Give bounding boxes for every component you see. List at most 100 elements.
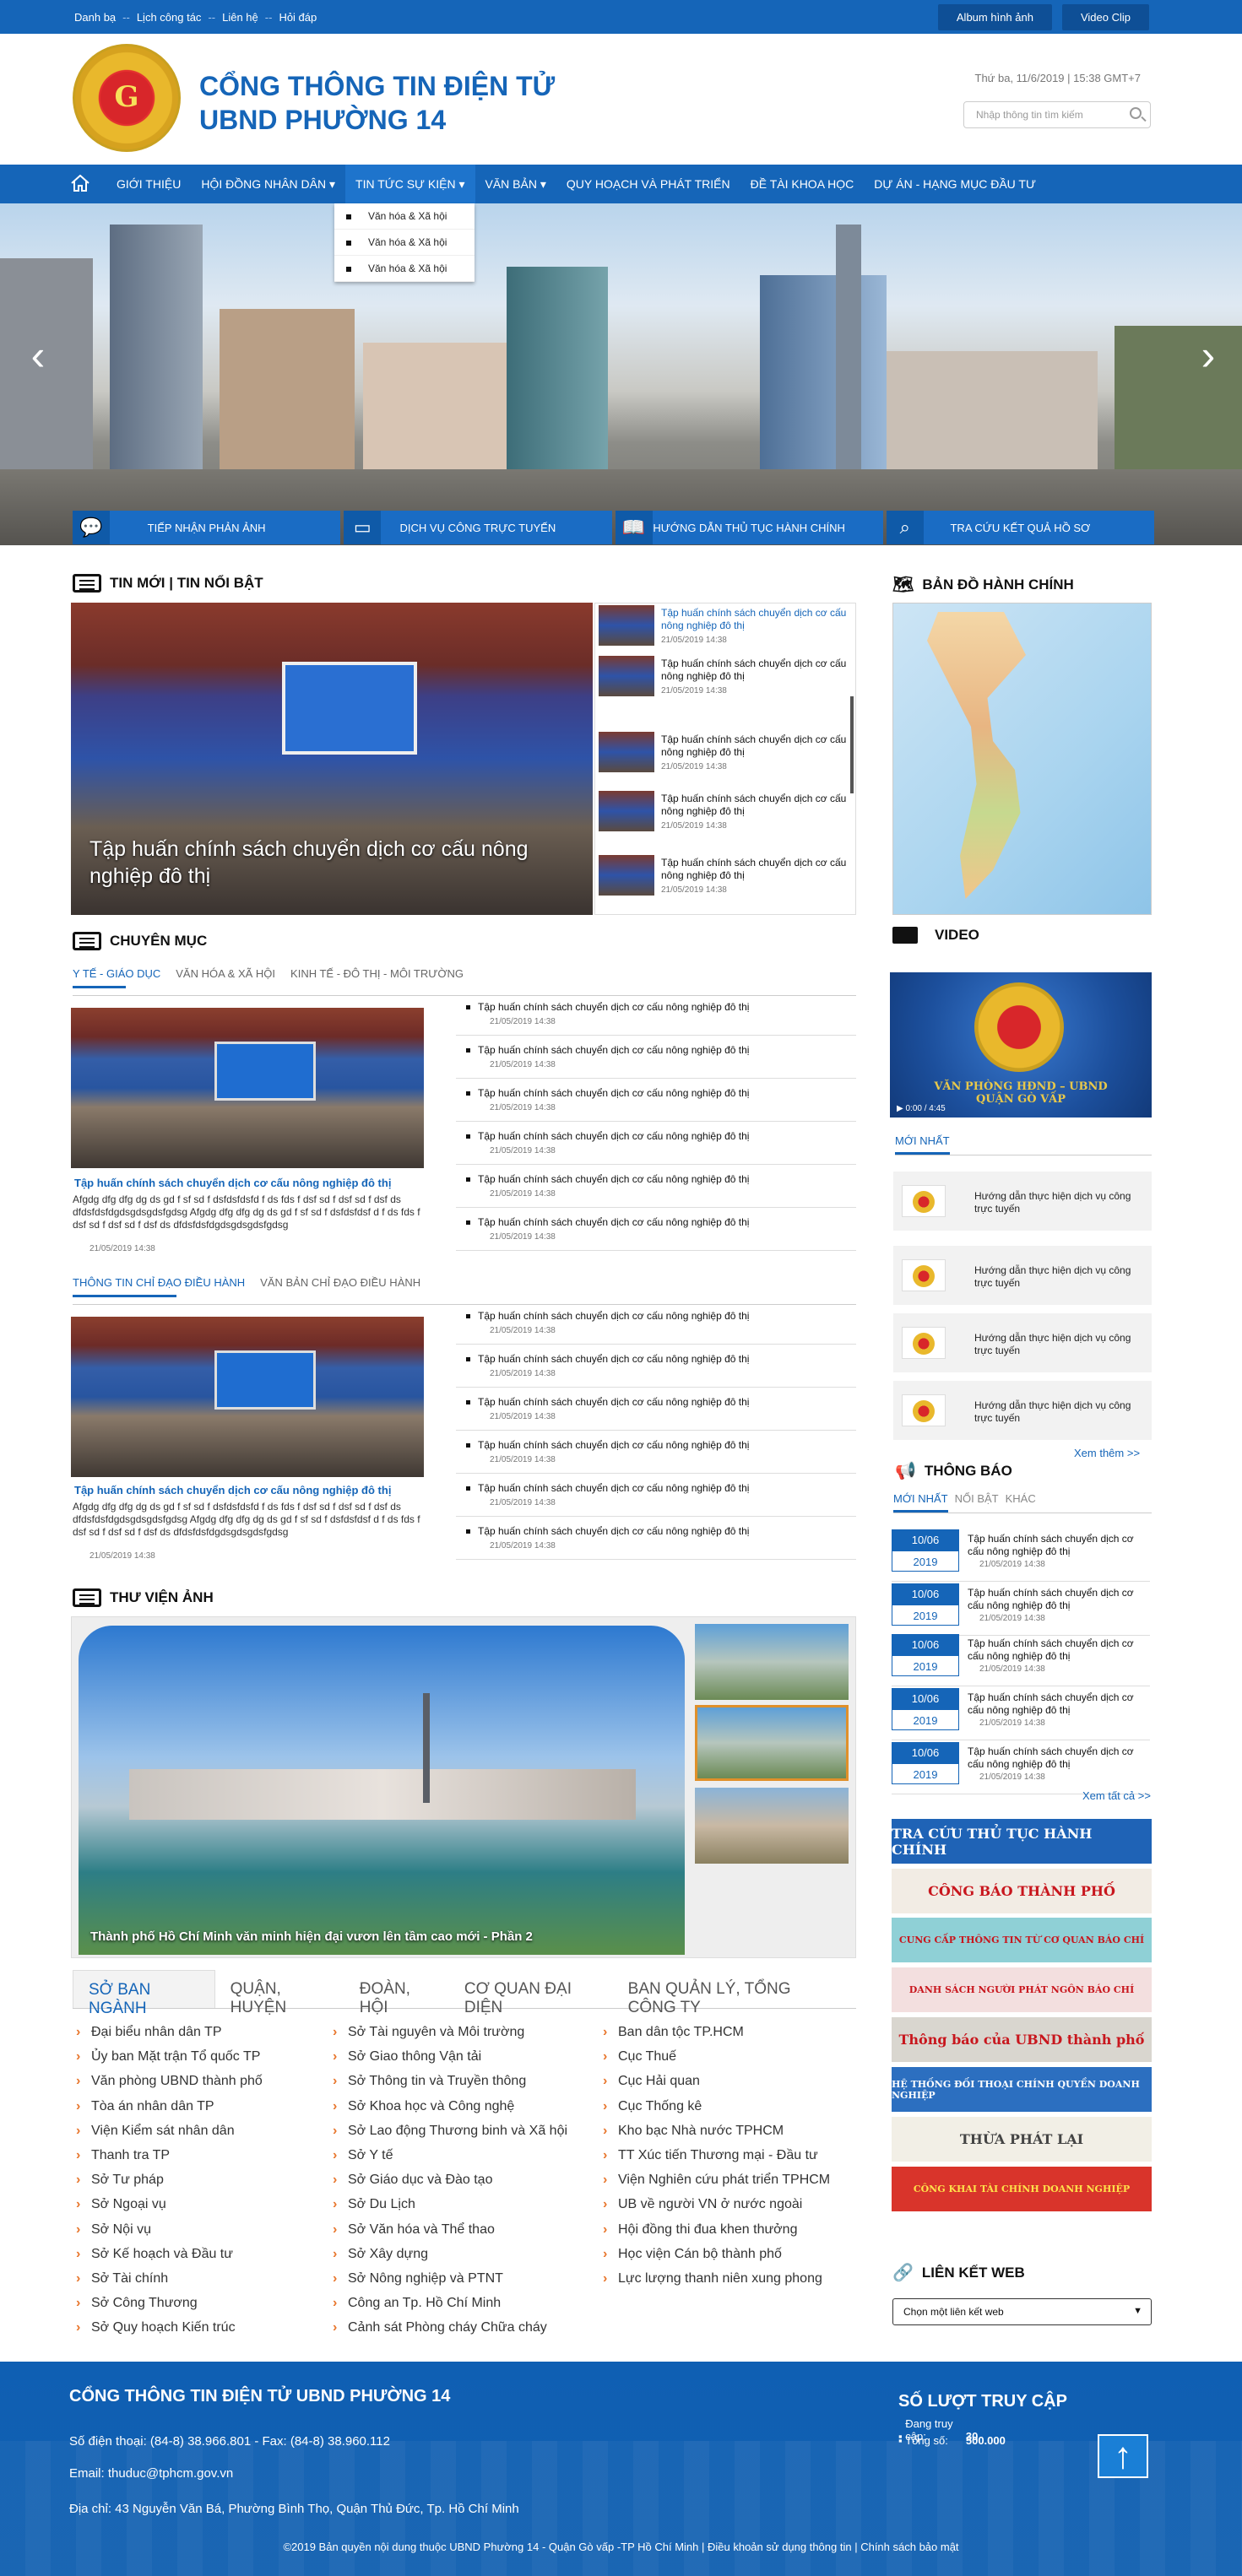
department-link[interactable]: Ban dân tộc TP.HCM [599,2020,830,2044]
nav-item-council[interactable]: HỘI ĐỒNG NHÂN DÂN ▾ [191,165,345,203]
department-link[interactable]: Văn phòng UBND thành phố [73,2069,263,2093]
sidebar-banner[interactable]: CÔNG BÁO THÀNH PHỐ [892,1869,1152,1913]
dropdown-item[interactable]: Văn hóa & Xã hội [334,230,475,256]
department-link[interactable]: Viện Nghiên cứu phát triển TPHCM [599,2167,830,2192]
weblink-select[interactable]: Chọn một liên kết web [892,2298,1152,2325]
department-link[interactable]: Cảnh sát Phòng cháy Chữa cháy [329,2315,567,2340]
nav-item-intro[interactable]: GIỚI THIỆU [106,165,191,203]
list-item[interactable]: Tập huấn chính sách chuyển dịch cơ cấu n… [456,1345,856,1388]
back-to-top-button[interactable]: ↑ [1098,2434,1148,2478]
department-link[interactable]: Sở Quy hoạch Kiến trúc [73,2315,263,2340]
tab-economy[interactable]: KINH TẾ - ĐÔ THỊ - MÔI TRƯỜNG [290,967,464,988]
tab-departments[interactable]: SỞ BAN NGÀNH [73,1970,215,2017]
dropdown-item[interactable]: Văn hóa & Xã hội [334,203,475,230]
department-link[interactable]: Sở Văn hóa và Thể thao [329,2217,567,2242]
sidebar-banner[interactable]: HỆ THỐNG ĐỐI THOẠI CHÍNH QUYỀN DOANH NGH… [892,2067,1152,2112]
tab-unions[interactable]: ĐOÀN, HỘI [344,1970,449,2016]
video-player[interactable]: VĂN PHÒNG HĐND – UBND QUẬN GÒ VẤP ▶ 0:00 … [890,972,1152,1118]
album-button[interactable]: Album hình ảnh [937,4,1052,30]
list-item[interactable]: Tập huấn chính sách chuyển dịch cơ cấu n… [456,1122,856,1165]
department-link[interactable]: Thanh tra TP [73,2143,263,2167]
department-link[interactable]: Viện Kiểm sát nhân dân [73,2119,263,2143]
directive-feature-image[interactable] [71,1317,424,1477]
feedback-service-button[interactable]: 💬 TIẾP NHẬN PHẢN ẢNH [73,511,341,544]
department-link[interactable]: Sở Y tế [329,2143,567,2167]
tab-video-latest[interactable]: MỚI NHẤT [895,1134,950,1155]
video-more-link[interactable]: Xem thêm >> [1074,1447,1140,1459]
gallery-thumbnail[interactable] [695,1788,849,1864]
department-link[interactable]: Sở Xây dựng [329,2242,567,2266]
department-link[interactable]: Sở Khoa học và Công nghệ [329,2094,567,2119]
department-link[interactable]: Cục Thống kê [599,2094,830,2119]
top-link-contact[interactable]: Liên hệ [222,11,258,24]
notice-item[interactable]: 10/06 2019 Tập huấn chính sách chuyển dịch… [892,1583,1150,1636]
department-link[interactable]: Sở Công Thương [73,2291,263,2315]
tab-notice-featured[interactable]: NỔI BẬT [955,1492,999,1513]
department-link[interactable]: Tòa án nhân dân TP [73,2094,263,2119]
sidebar-banner[interactable]: DANH SÁCH NGƯỜI PHÁT NGÔN BÁO CHÍ [892,1967,1152,2012]
notice-more-link[interactable]: Xem tất cả >> [1082,1789,1151,1802]
tab-directive-info[interactable]: THÔNG TIN CHỈ ĐẠO ĐIỀU HÀNH [73,1276,245,1297]
online-service-button[interactable]: ▭ DỊCH VỤ CÔNG TRỰC TUYẾN [344,511,612,544]
lookup-result-button[interactable]: ⌕ TRA CỨU KẾT QUẢ HỒ SƠ [886,511,1154,544]
department-link[interactable]: Sở Giao thông Vận tải [329,2044,567,2069]
play-icon[interactable]: ▶ [897,1104,903,1113]
department-link[interactable]: Sở Tư pháp [73,2167,263,2192]
department-link[interactable]: Sở Kế hoạch và Đầu tư [73,2242,263,2266]
sidebar-banner[interactable]: TRA CỨU THỦ TỤC HÀNH CHÍNH [892,1819,1152,1864]
news-item[interactable]: Tập huấn chính sách chuyển dịch cơ cấu n… [599,791,852,843]
video-item[interactable]: Hướng dẫn thực hiện dịch vụ công trực tu… [893,1172,1152,1231]
list-item[interactable]: Tập huấn chính sách chuyển dịch cơ cấu n… [456,1079,856,1122]
nav-item-news[interactable]: TIN TỨC SỰ KIỆN ▾ [345,165,475,203]
news-item[interactable]: Tập huấn chính sách chuyển dịch cơ cấu n… [599,605,852,658]
search-icon[interactable] [1130,107,1142,119]
tab-representatives[interactable]: CƠ QUAN ĐẠI DIỆN [449,1970,613,2016]
department-link[interactable]: Học viện Cán bộ thành phố [599,2242,830,2266]
news-item[interactable]: Tập huấn chính sách chuyển dịch cơ cấu n… [599,855,852,907]
nav-item-documents[interactable]: VĂN BẢN ▾ [475,165,556,203]
footer-email[interactable]: Email: thuduc@tphcm.gov.vn [69,2466,233,2481]
procedure-guide-button[interactable]: 📖 HƯỚNG DẪN THỦ TỤC HÀNH CHÍNH [615,511,883,544]
department-link[interactable]: Cục Thuế [599,2044,830,2069]
news-item[interactable]: Tập huấn chính sách chuyển dịch cơ cấu n… [599,732,852,784]
list-item[interactable]: Tập huấn chính sách chuyển dịch cơ cấu n… [456,1431,856,1474]
department-link[interactable]: Sở Ngoại vụ [73,2192,263,2216]
department-link[interactable]: UB về người VN ở nước ngoài [599,2192,830,2216]
department-link[interactable]: Cục Hải quan [599,2069,830,2093]
department-link[interactable]: Kho bạc Nhà nước TPHCM [599,2119,830,2143]
featured-news-caption[interactable]: Tập huấn chính sách chuyển dịch cơ cấu n… [89,836,529,890]
list-item[interactable]: Tập huấn chính sách chuyển dịch cơ cấu n… [456,1208,856,1251]
hero-prev-arrow[interactable]: ‹ [25,330,51,381]
list-item[interactable]: Tập huấn chính sách chuyển dịch cơ cấu n… [456,1302,856,1345]
gallery-thumbnail[interactable] [695,1705,849,1781]
nav-item-planning[interactable]: QUY HOẠCH VÀ PHÁT TRIỂN [556,165,740,203]
scrollbar[interactable] [850,696,854,793]
top-link-faq[interactable]: Hỏi đáp [279,11,317,24]
sidebar-banner[interactable]: THỪA PHÁT LẠI [892,2117,1152,2162]
tab-directive-docs[interactable]: VĂN BẢN CHỈ ĐẠO ĐIỀU HÀNH [260,1276,420,1297]
dropdown-item[interactable]: Văn hóa & Xã hội [334,256,475,282]
notice-item[interactable]: 10/06 2019 Tập huấn chính sách chuyển dịch… [892,1529,1150,1582]
tab-notice-other[interactable]: KHÁC [1006,1492,1036,1513]
search-input[interactable]: Nhập thông tin tìm kiếm [963,101,1151,128]
news-item[interactable]: Tập huấn chính sách chuyển dịch cơ cấu n… [599,656,852,708]
gallery-main-photo[interactable]: Thành phố Hồ Chí Minh văn minh hiện đại … [79,1626,685,1955]
list-item[interactable]: Tập huấn chính sách chuyển dịch cơ cấu n… [456,993,856,1036]
video-clip-button[interactable]: Video Clip [1061,4,1149,30]
list-item[interactable]: Tập huấn chính sách chuyển dịch cơ cấu n… [456,1388,856,1431]
site-logo[interactable]: G [73,44,181,152]
notice-item[interactable]: 10/06 2019 Tập huấn chính sách chuyển dịch… [892,1742,1150,1794]
department-link[interactable]: Sở Tài chính [73,2266,263,2291]
video-item[interactable]: Hướng dẫn thực hiện dịch vụ công trực tu… [893,1246,1152,1305]
sidebar-banner[interactable]: Thông báo của UBND thành phố [892,2017,1152,2062]
tab-culture-society[interactable]: VĂN HÓA & XÃ HỘI [176,967,275,988]
hero-next-arrow[interactable]: › [1196,330,1221,381]
department-link[interactable]: Lực lượng thanh niên xung phong [599,2266,830,2291]
nav-item-projects[interactable]: DỰ ÁN - HẠNG MỤC ĐẦU TƯ [864,165,1046,203]
directive-feature-title[interactable]: Tập huấn chính sách chuyển dịch cơ cấu n… [74,1484,391,1496]
nav-item-research[interactable]: ĐỀ TÀI KHOA HỌC [740,165,865,203]
list-item[interactable]: Tập huấn chính sách chuyển dịch cơ cấu n… [456,1036,856,1079]
top-link-schedule[interactable]: Lịch công tác [137,11,202,24]
department-link[interactable]: Đại biểu nhân dân TP [73,2020,263,2044]
top-link-directory[interactable]: Danh bạ [74,11,116,24]
